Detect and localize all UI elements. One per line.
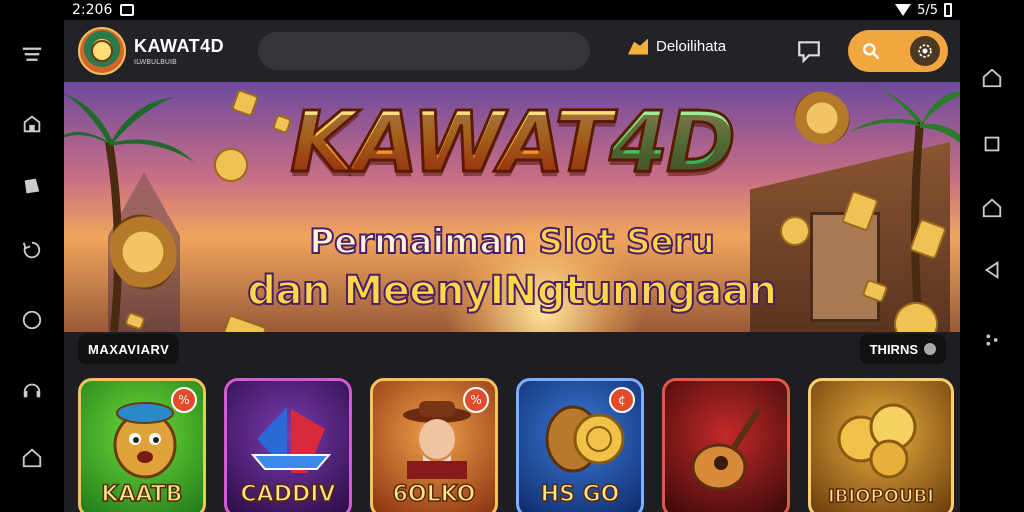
game-list: % KAATB CADDIV % 6OLKO ¢ HS GO IBIOPOUBI — [78, 378, 954, 512]
game-title: HS GO — [540, 481, 620, 508]
top-bar: KAWAT4D ILWBULBUIB Deloilihata — [64, 20, 960, 82]
app-window: KAWAT4D ILWBULBUIB Deloilihata KAWAT4D P… — [64, 20, 960, 512]
game-title: IBIOPOUBI — [827, 485, 934, 508]
refresh-icon[interactable] — [20, 238, 44, 262]
brand-block: KAWAT4D ILWBULBUIB — [134, 36, 224, 66]
game-card[interactable]: IBIOPOUBI — [808, 378, 954, 512]
coin — [220, 313, 268, 332]
search-icon — [863, 43, 880, 60]
hero-banner[interactable]: KAWAT4D Permaiman Slot Seru dan MeenyINg… — [64, 82, 960, 332]
game-badge: % — [171, 387, 197, 413]
chat-icon[interactable] — [796, 38, 822, 64]
banner-subtitle-2: dan MeenyINgtunngaan — [246, 267, 778, 315]
banner-subtitle-1: Permaiman Slot Seru — [64, 221, 960, 263]
wifi-icon — [895, 4, 912, 16]
banner-title: KAWAT4D — [64, 99, 960, 186]
title-accent: 4D — [608, 93, 737, 191]
game-card[interactable]: ¢ HS GO — [516, 378, 644, 512]
store-icon[interactable] — [20, 112, 44, 136]
brand-name: KAWAT4D — [134, 36, 225, 56]
section-right-text: THIRNS — [869, 341, 918, 357]
menu-icon[interactable] — [20, 42, 44, 66]
drum-art — [545, 405, 625, 473]
character-art — [113, 402, 177, 479]
back-icon[interactable] — [980, 258, 1004, 282]
character-art — [403, 401, 471, 479]
notification-icon — [120, 4, 135, 16]
guitar-art — [691, 407, 762, 491]
info-icon — [924, 343, 936, 355]
more-dots-icon[interactable] — [980, 328, 1004, 352]
deposit-label: Deloilihata — [656, 38, 727, 55]
tag-icon[interactable] — [20, 174, 44, 198]
title-main: KAWAT — [289, 93, 613, 191]
recents-icon[interactable] — [980, 132, 1004, 156]
home-icon[interactable] — [20, 446, 44, 470]
gear-icon — [918, 44, 932, 58]
game-title: 6OLKO — [392, 481, 476, 508]
brand-subtitle: ILWBULBUIB — [134, 58, 177, 66]
status-bar: 2:206 5/5 — [0, 0, 1024, 20]
logo-art — [250, 407, 332, 473]
deposit-icon — [628, 38, 648, 55]
subtitle-1a: Permaiman — [308, 221, 527, 263]
action-pill — [848, 30, 948, 72]
game-title: CADDIV — [240, 481, 336, 508]
right-navigation — [960, 20, 1024, 512]
settings-button[interactable] — [910, 36, 940, 66]
coins-art — [837, 403, 917, 479]
game-badge: ¢ — [609, 387, 635, 413]
game-card[interactable]: % 6OLKO — [370, 378, 498, 512]
deposit-button[interactable]: Deloilihata — [628, 38, 726, 55]
signal-text: 5/5 — [917, 2, 938, 18]
headset-icon[interactable] — [20, 378, 44, 402]
status-time: 2:206 — [72, 2, 113, 18]
search-button[interactable] — [856, 36, 886, 66]
search-input[interactable] — [258, 32, 590, 70]
left-navigation — [0, 20, 64, 512]
game-card[interactable]: CADDIV — [224, 378, 352, 512]
section-label-right[interactable]: THIRNS — [859, 334, 946, 364]
home-icon[interactable] — [980, 196, 1004, 220]
brand-logo[interactable] — [78, 27, 126, 75]
game-badge: % — [463, 387, 489, 413]
game-title: KAATB — [101, 481, 184, 508]
section-label-left[interactable]: MAXAVIARV — [78, 334, 180, 364]
circle-icon[interactable] — [20, 308, 44, 332]
battery-icon — [944, 3, 952, 17]
subtitle-1b: Slot Seru — [538, 221, 716, 263]
game-card[interactable] — [662, 378, 790, 512]
game-card[interactable]: % KAATB — [78, 378, 206, 512]
home-icon[interactable] — [980, 66, 1004, 90]
